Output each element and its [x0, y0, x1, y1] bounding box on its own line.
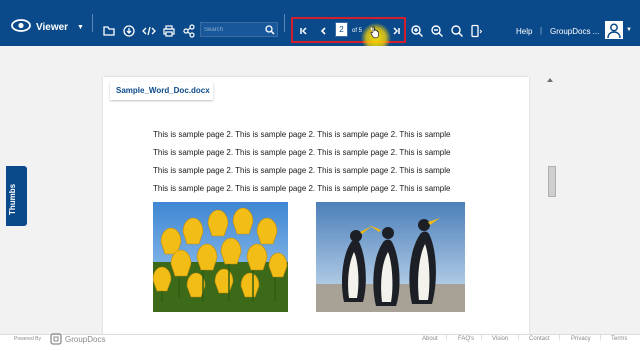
print-icon[interactable]: [162, 24, 176, 38]
document-tab-title: Sample_Word_Doc.docx: [116, 86, 210, 95]
footer-separator: |: [518, 335, 520, 341]
user-menu-caret-icon[interactable]: ▼: [626, 27, 632, 33]
footer-link-vision[interactable]: Vision: [492, 336, 508, 342]
footer-separator: |: [559, 335, 561, 341]
code-icon[interactable]: [142, 24, 156, 38]
powered-by-label: Powered By: [14, 336, 41, 342]
last-page-icon[interactable]: [391, 26, 401, 36]
hand-cursor-icon: [370, 26, 379, 39]
download-icon[interactable]: [122, 24, 136, 38]
vertical-scrollbar-thumb[interactable]: [548, 166, 556, 197]
toolbar-separator: [284, 14, 285, 32]
footer-link-faqs[interactable]: FAQ's: [458, 336, 474, 342]
mobile-view-icon[interactable]: [469, 24, 483, 38]
user-menu-label[interactable]: GroupDocs ...: [550, 27, 599, 36]
footer-separator: |: [600, 335, 602, 341]
page-count-label: of 5: [352, 28, 363, 34]
header-divider: |: [540, 26, 543, 35]
zoom-out-icon[interactable]: [430, 24, 444, 38]
document-text-line: This is sample page 2. This is sample pa…: [153, 130, 451, 139]
share-icon[interactable]: [182, 24, 196, 38]
folder-icon[interactable]: [102, 24, 116, 38]
search-icon[interactable]: [265, 25, 275, 35]
app-title: Viewer: [36, 22, 69, 33]
eye-icon: [11, 19, 31, 32]
document-tab[interactable]: Sample_Word_Doc.docx: [110, 82, 213, 100]
zoom-in-icon[interactable]: [410, 24, 424, 38]
tulips-image: [153, 202, 288, 312]
footer-link-contact[interactable]: Contact: [529, 336, 550, 342]
footer-link-about[interactable]: About: [422, 336, 438, 342]
footer-link-terms[interactable]: Terms: [611, 336, 627, 342]
thumbs-tab[interactable]: Thumbs: [6, 166, 27, 226]
page-number-input[interactable]: 2: [335, 22, 348, 37]
document-text-line: This is sample page 2. This is sample pa…: [153, 148, 451, 157]
search-box: [200, 22, 278, 37]
app-menu-caret-icon[interactable]: ▼: [77, 24, 84, 31]
penguins-image: [316, 202, 465, 312]
search-input[interactable]: [204, 24, 260, 35]
scroll-up-icon[interactable]: [546, 77, 554, 83]
document-text-line: This is sample page 2. This is sample pa…: [153, 184, 451, 193]
document-text-line: This is sample page 2. This is sample pa…: [153, 166, 451, 175]
first-page-icon[interactable]: [299, 26, 309, 36]
thumbs-tab-label: Thumbs: [8, 183, 17, 215]
footer-separator: |: [481, 335, 483, 341]
help-link[interactable]: Help: [516, 27, 532, 36]
footer-separator: |: [446, 335, 448, 341]
previous-page-icon[interactable]: [319, 26, 329, 36]
groupdocs-logo-icon: [50, 333, 62, 345]
footer-link-privacy[interactable]: Privacy: [571, 336, 591, 342]
groupdocs-brand: GroupDocs: [65, 335, 106, 344]
avatar[interactable]: [605, 21, 623, 39]
zoom-icon[interactable]: [450, 24, 464, 38]
toolbar-separator: [92, 14, 93, 32]
